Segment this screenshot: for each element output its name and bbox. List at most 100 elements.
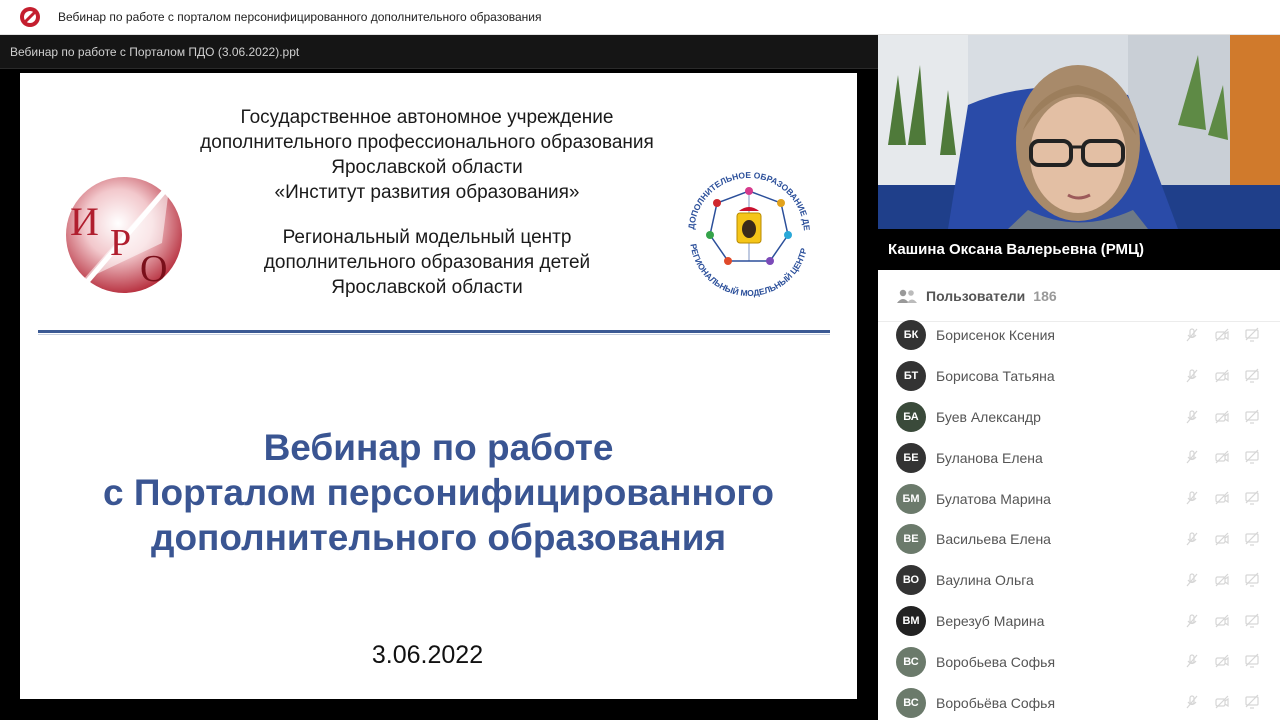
screen-share-off-icon[interactable] — [1244, 694, 1260, 710]
participant-row[interactable]: ВО Ваулина Ольга — [878, 560, 1280, 601]
org-line: дополнительного профессионального образо… — [200, 132, 654, 153]
participant-controls — [1184, 327, 1260, 343]
participant-controls — [1184, 613, 1260, 629]
participant-row[interactable]: БК Борисенок Ксения — [878, 315, 1280, 356]
participant-controls — [1184, 368, 1260, 384]
org-line: «Институт развития образования» — [274, 182, 580, 203]
avatar: БЕ — [896, 442, 926, 473]
camera-off-icon[interactable] — [1214, 327, 1230, 343]
screen-share-off-icon[interactable] — [1244, 531, 1260, 547]
participant-name: Булатова Марина — [936, 490, 1051, 507]
org-line: Ярославской области — [331, 157, 523, 178]
rmc-logo: ДОПОЛНИТЕЛЬНОЕ ОБРАЗОВАНИЕ ДЕТЕЙ РЕГИОНА… — [676, 151, 812, 298]
center-line: дополнительного образования детей — [263, 252, 591, 273]
avatar: ВМ — [896, 605, 926, 636]
svg-text:РЕГИОНАЛЬНЫЙ МОДЕЛЬНЫЙ ЦЕНТР: РЕГИОНАЛЬНЫЙ МОДЕЛЬНЫЙ ЦЕНТР — [688, 243, 808, 298]
webinar-title: Вебинар по работе с порталом персонифици… — [58, 10, 542, 24]
screen-share-off-icon[interactable] — [1244, 368, 1260, 384]
participant-name: Борисенок Ксения — [936, 327, 1055, 344]
participant-name: Воробьева Софья — [936, 653, 1056, 670]
screen-share-off-icon[interactable] — [1244, 613, 1260, 629]
avatar: ВС — [896, 687, 926, 718]
presentation-filename-bar: Вебинар по работе с Порталом ПДО (3.06.2… — [0, 35, 878, 69]
participant-name: Васильева Елена — [936, 531, 1051, 548]
speaker-video[interactable]: Кашина Оксана Валерьевна (РМЦ) — [878, 35, 1280, 270]
org-line: Государственное автономное учреждение — [240, 107, 614, 128]
slide: И Р О Государственное автономное учрежде… — [20, 73, 857, 699]
avatar: БА — [896, 401, 926, 432]
camera-off-icon[interactable] — [1214, 613, 1230, 629]
presentation-area: Вебинар по работе с Порталом ПДО (3.06.2… — [0, 35, 878, 720]
slide-date: 3.06.2022 — [371, 641, 484, 669]
avatar: ВС — [896, 646, 926, 677]
slide-title-line: с Порталом персонифицированного — [103, 472, 774, 513]
participant-row[interactable]: ВС Воробьёва Софья — [878, 682, 1280, 720]
participant-name: Верезуб Марина — [936, 612, 1045, 629]
center-line: Региональный модельный центр — [282, 227, 572, 248]
participant-name: Ваулина Ольга — [936, 572, 1034, 589]
avatar: ВО — [896, 565, 926, 596]
participant-name: Воробьёва Софья — [936, 694, 1056, 711]
microphone-off-icon[interactable] — [1184, 368, 1200, 384]
users-icon — [897, 289, 917, 303]
microphone-off-icon[interactable] — [1184, 490, 1200, 506]
iro-letter-1: И — [70, 199, 99, 244]
camera-off-icon[interactable] — [1214, 653, 1230, 669]
speaker-name: Кашина Оксана Валерьевна (РМЦ) — [878, 229, 1280, 270]
microphone-off-icon[interactable] — [1184, 409, 1200, 425]
participant-row[interactable]: БА Буев Александр — [878, 397, 1280, 438]
divider-line-shadow — [38, 334, 830, 335]
app-logo-icon — [20, 7, 40, 27]
participant-controls — [1184, 653, 1260, 669]
microphone-off-icon[interactable] — [1184, 694, 1200, 710]
camera-off-icon[interactable] — [1214, 572, 1230, 588]
iro-letter-2: Р — [110, 222, 131, 264]
presentation-filename: Вебинар по работе с Порталом ПДО (3.06.2… — [10, 44, 300, 59]
screen-share-off-icon[interactable] — [1244, 490, 1260, 506]
participant-row[interactable]: БЕ Буланова Елена — [878, 437, 1280, 478]
microphone-off-icon[interactable] — [1184, 653, 1200, 669]
participant-row[interactable]: ВМ Верезуб Марина — [878, 601, 1280, 642]
camera-off-icon[interactable] — [1214, 409, 1230, 425]
screen-share-off-icon[interactable] — [1244, 572, 1260, 588]
screen-share-off-icon[interactable] — [1244, 449, 1260, 465]
participant-row[interactable]: ВЕ Васильева Елена — [878, 519, 1280, 560]
rmc-logo-bottom-text: РЕГИОНАЛЬНЫЙ МОДЕЛЬНЫЙ ЦЕНТР — [688, 243, 808, 298]
avatar: БТ — [896, 361, 926, 392]
divider-line — [38, 330, 830, 333]
participant-controls — [1184, 572, 1260, 588]
camera-off-icon[interactable] — [1214, 531, 1230, 547]
slide-title: Вебинар по работе с Порталом персонифици… — [20, 425, 857, 560]
microphone-off-icon[interactable] — [1184, 531, 1200, 547]
participant-name: Буев Александр — [936, 408, 1041, 425]
participant-row[interactable]: ВС Воробьева Софья — [878, 641, 1280, 682]
participant-row[interactable]: БМ Булатова Марина — [878, 478, 1280, 519]
participant-controls — [1184, 531, 1260, 547]
avatar: ВЕ — [896, 524, 926, 555]
microphone-off-icon[interactable] — [1184, 327, 1200, 343]
participant-name: Борисова Татьяна — [936, 368, 1055, 385]
participant-controls — [1184, 694, 1260, 710]
camera-off-icon[interactable] — [1214, 694, 1230, 710]
microphone-off-icon[interactable] — [1184, 613, 1200, 629]
avatar: БК — [896, 320, 926, 351]
participants-label: Пользователи — [926, 287, 1026, 304]
speaker-video-feed — [878, 35, 1280, 229]
screen-share-off-icon[interactable] — [1244, 327, 1260, 343]
participant-controls — [1184, 409, 1260, 425]
camera-off-icon[interactable] — [1214, 368, 1230, 384]
participant-row[interactable]: БТ Борисова Татьяна — [878, 356, 1280, 397]
microphone-off-icon[interactable] — [1184, 572, 1200, 588]
app-header: Вебинар по работе с порталом персонифици… — [0, 0, 1280, 35]
screen-share-off-icon[interactable] — [1244, 653, 1260, 669]
avatar: БМ — [896, 483, 926, 514]
center-line: Ярославской области — [331, 277, 523, 298]
microphone-off-icon[interactable] — [1184, 449, 1200, 465]
participants-panel: Пользователи 186 БК Борисенок Ксения БТ … — [878, 270, 1280, 720]
participant-controls — [1184, 449, 1260, 465]
participant-name: Буланова Елена — [936, 449, 1043, 466]
camera-off-icon[interactable] — [1214, 449, 1230, 465]
screen-share-off-icon[interactable] — [1244, 409, 1260, 425]
camera-off-icon[interactable] — [1214, 490, 1230, 506]
participant-controls — [1184, 490, 1260, 506]
